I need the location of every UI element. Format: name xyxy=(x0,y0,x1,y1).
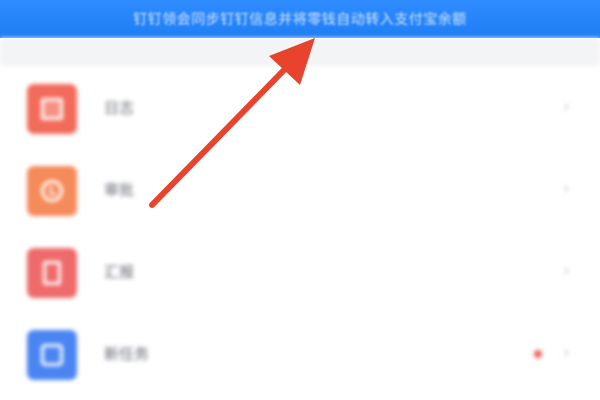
menu-item-new-task[interactable]: 新任务 › xyxy=(0,312,600,394)
chevron-right-icon: › xyxy=(562,342,570,363)
menu-item-log[interactable]: 日志 › xyxy=(0,66,600,148)
menu-list: 日志 › 审批 › 汇报 › 新任务 › xyxy=(0,66,600,394)
menu-item-label: 新任务 xyxy=(104,345,150,363)
section-divider xyxy=(0,38,600,66)
menu-item-report[interactable]: 汇报 › xyxy=(0,230,600,312)
clock-glyph xyxy=(41,180,63,202)
chevron-right-icon: › xyxy=(562,178,570,199)
menu-item-label: 审批 xyxy=(104,181,135,199)
menu-item-approval[interactable]: 审批 › xyxy=(0,148,600,230)
app-screen: 钉钉领会同步钉钉信息并将零钱自动转入支付宝余额 日志 › 审批 › 汇报 › 新… xyxy=(0,0,600,400)
chevron-right-icon: › xyxy=(562,96,570,117)
square-glyph xyxy=(41,344,63,366)
chevron-right-icon: › xyxy=(562,260,570,281)
doc-icon xyxy=(27,84,77,134)
menu-item-label: 日志 xyxy=(104,99,135,117)
menu-item-label: 汇报 xyxy=(104,263,135,281)
square-icon xyxy=(27,330,77,380)
sheet-glyph xyxy=(43,261,61,285)
doc-glyph xyxy=(41,98,63,120)
notice-text: 钉钉领会同步钉钉信息并将零钱自动转入支付宝余额 xyxy=(133,12,467,28)
sheet-icon xyxy=(27,248,77,298)
clock-icon xyxy=(27,166,77,216)
notice-bar[interactable]: 钉钉领会同步钉钉信息并将零钱自动转入支付宝余额 xyxy=(0,0,600,38)
menu-panel: 日志 › 审批 › 汇报 › 新任务 › xyxy=(0,38,600,400)
notification-dot xyxy=(534,350,542,358)
